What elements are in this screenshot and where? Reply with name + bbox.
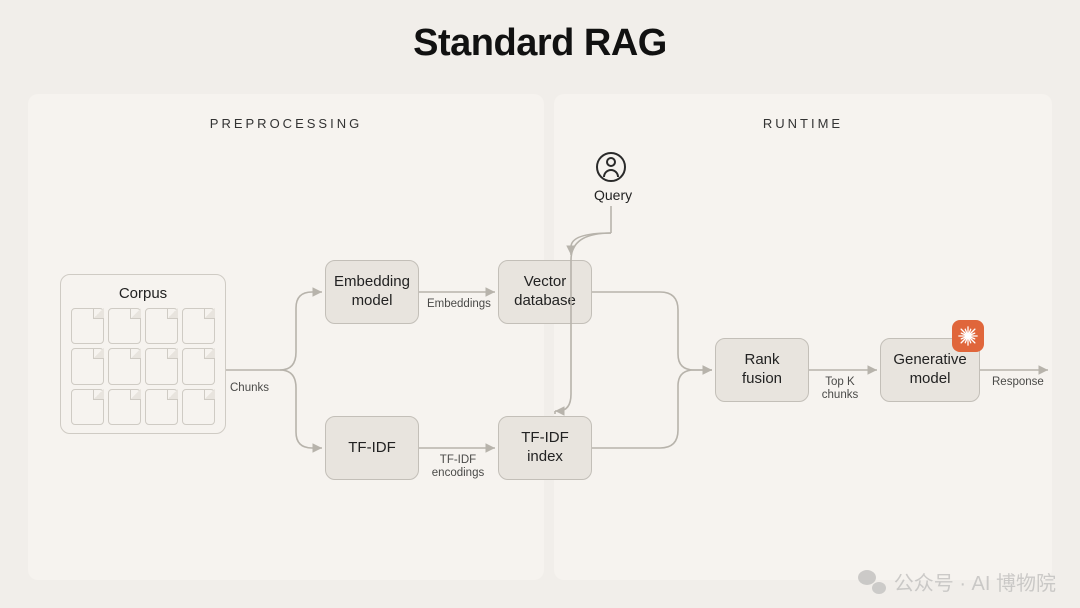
doc-icon bbox=[182, 389, 215, 425]
doc-icon bbox=[145, 308, 178, 344]
preprocessing-label: PREPROCESSING bbox=[28, 116, 544, 131]
node-label: Vector database bbox=[507, 273, 583, 311]
doc-icon bbox=[71, 348, 104, 384]
page-title: Standard RAG bbox=[0, 22, 1080, 65]
tfidf-node: TF-IDF bbox=[325, 416, 419, 480]
user-icon bbox=[596, 152, 626, 182]
doc-icon bbox=[108, 308, 141, 344]
doc-icon bbox=[71, 389, 104, 425]
tfidf-index-node: TF-IDF index bbox=[498, 416, 592, 480]
doc-icon bbox=[182, 308, 215, 344]
watermark-text: 公众号 · AI 博物院 bbox=[894, 567, 1056, 596]
embedding-model-node: Embedding model bbox=[325, 260, 419, 324]
query-label: Query bbox=[594, 187, 632, 203]
node-label: Rank fusion bbox=[724, 351, 800, 389]
node-label: Generative model bbox=[889, 351, 971, 389]
vector-database-node: Vector database bbox=[498, 260, 592, 324]
corpus-label: Corpus bbox=[71, 285, 215, 302]
doc-icon bbox=[108, 389, 141, 425]
doc-icon bbox=[145, 348, 178, 384]
doc-icon bbox=[145, 389, 178, 425]
edge-label-response: Response bbox=[992, 376, 1044, 389]
watermark: 公众号 · AI 博物院 bbox=[858, 567, 1056, 596]
edge-label-chunks: Chunks bbox=[230, 382, 269, 395]
node-label: TF-IDF index bbox=[507, 429, 583, 467]
rank-fusion-node: Rank fusion bbox=[715, 338, 809, 402]
doc-icon bbox=[182, 348, 215, 384]
corpus-doc-grid bbox=[71, 308, 215, 425]
doc-icon bbox=[71, 308, 104, 344]
doc-icon bbox=[108, 348, 141, 384]
edge-label-tfidf-encodings: TF-IDF encodings bbox=[428, 454, 488, 480]
edge-label-embeddings: Embeddings bbox=[427, 298, 491, 311]
runtime-label: RUNTIME bbox=[554, 116, 1052, 131]
edge-label-top-k: Top K chunks bbox=[817, 376, 863, 402]
node-label: Embedding model bbox=[334, 273, 410, 311]
starburst-icon bbox=[952, 320, 984, 352]
wechat-icon bbox=[858, 570, 886, 594]
node-label: TF-IDF bbox=[348, 439, 395, 458]
corpus-card: Corpus bbox=[60, 274, 226, 434]
